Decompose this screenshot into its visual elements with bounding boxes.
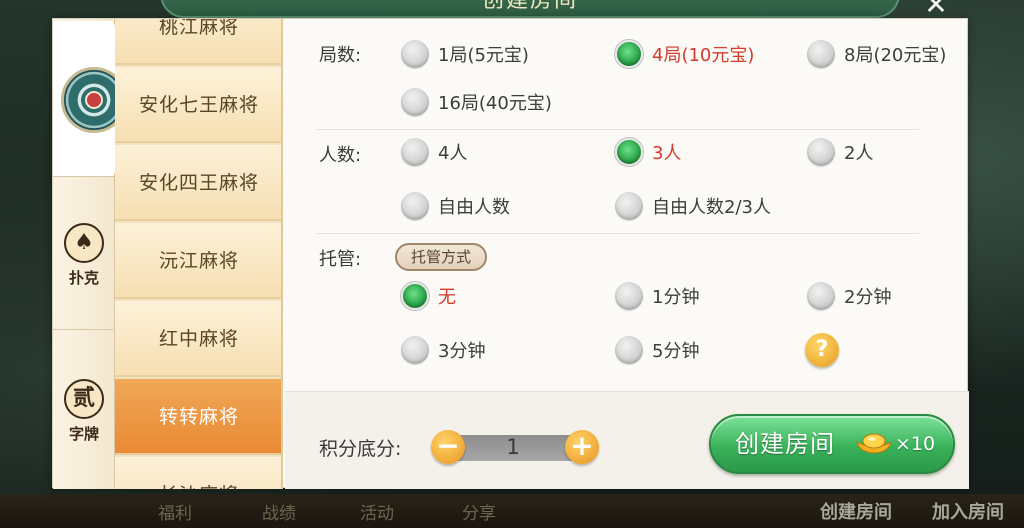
trustee-option-5min[interactable]: 5分钟 — [615, 335, 699, 365]
bottom-bar-item-share[interactable]: 分享 — [462, 499, 496, 524]
players-label: 人数: — [319, 145, 362, 166]
zipai-icon: 贰 — [64, 379, 104, 419]
radio-icon — [615, 336, 643, 364]
radio-icon — [807, 138, 835, 166]
bottom-create-room[interactable]: 创建房间 — [820, 498, 892, 524]
radio-selected-icon — [401, 282, 429, 310]
rounds-option-1[interactable]: 1局(5元宝) — [401, 39, 529, 69]
trustee-mode-button[interactable]: 托管方式 — [395, 243, 487, 271]
section-divider — [317, 129, 919, 130]
radio-icon — [401, 336, 429, 364]
create-room-dialog: ♠ 扑克 贰 字牌 桃江麻将 安化七王麻将 安化四王麻将 沅江麻将 红中麻将 转… — [52, 18, 969, 489]
mahjong-badge-center — [85, 91, 103, 109]
help-icon[interactable]: ? — [805, 333, 839, 367]
players-option-free-2-3[interactable]: 自由人数2/3人 — [615, 191, 771, 221]
radio-selected-icon — [615, 40, 643, 68]
radio-icon — [615, 192, 643, 220]
radio-icon — [401, 40, 429, 68]
trustee-option-3min[interactable]: 3分钟 — [401, 335, 485, 365]
spade-icon: ♠ — [64, 223, 104, 263]
rounds-option-16[interactable]: 16局(40元宝) — [401, 87, 552, 117]
players-option-3[interactable]: 3人 — [615, 137, 681, 167]
dialog-title: 创建房间 — [160, 0, 900, 18]
players-option-2[interactable]: 2人 — [807, 137, 873, 167]
radio-icon — [807, 40, 835, 68]
category-poker[interactable]: ♠ 扑克 — [53, 223, 115, 288]
settings-panel: 局数: 1局(5元宝) 4局(10元宝) 8局(20元宝) 16局(40元宝) … — [285, 19, 969, 489]
create-room-cost: ×10 — [895, 433, 936, 455]
players-option-free[interactable]: 自由人数 — [401, 191, 510, 221]
bottom-bar-item-welfare[interactable]: 福利 — [158, 499, 192, 524]
bottom-bar-item-record[interactable]: 战绩 — [262, 499, 296, 524]
radio-icon — [401, 192, 429, 220]
trustee-option-none[interactable]: 无 — [401, 281, 456, 311]
game-item-yuanjiang[interactable]: 沅江麻将 — [115, 223, 281, 299]
game-list[interactable]: 桃江麻将 安化七王麻将 安化四王麻将 沅江麻将 红中麻将 转转麻将 长沙麻将 — [115, 19, 283, 489]
category-zipai-label: 字牌 — [68, 425, 99, 443]
game-item-taojiang[interactable]: 桃江麻将 — [115, 19, 281, 65]
bottom-bar-item-event[interactable]: 活动 — [360, 499, 394, 524]
category-divider — [53, 329, 115, 330]
radio-icon — [807, 282, 835, 310]
game-item-anhua-seven-king[interactable]: 安化七王麻将 — [115, 67, 281, 143]
plus-icon[interactable]: + — [565, 430, 599, 464]
trustee-option-2min[interactable]: 2分钟 — [807, 281, 891, 311]
rounds-option-4[interactable]: 4局(10元宝) — [615, 39, 754, 69]
radio-icon — [615, 282, 643, 310]
minus-icon[interactable]: − — [431, 430, 465, 464]
category-rail: ♠ 扑克 贰 字牌 — [53, 19, 135, 489]
radio-selected-icon — [615, 138, 643, 166]
category-poker-label: 扑克 — [68, 269, 99, 287]
category-zipai[interactable]: 贰 字牌 — [53, 379, 115, 444]
rounds-label: 局数: — [319, 45, 362, 66]
trustee-option-1min[interactable]: 1分钟 — [615, 281, 699, 311]
create-room-label: 创建房间 — [735, 430, 835, 458]
players-option-4[interactable]: 4人 — [401, 137, 467, 167]
rounds-option-8[interactable]: 8局(20元宝) — [807, 39, 946, 69]
bottom-bar: 福利 战绩 活动 分享 创建房间 加入房间 — [0, 494, 1024, 528]
game-item-zhuanzhuan[interactable]: 转转麻将 — [115, 379, 281, 455]
dialog-footer: 积分底分: 1 − + 创建房间 ×10 — [285, 391, 969, 489]
base-score-label: 积分底分: — [319, 438, 402, 460]
base-score-value: 1 — [506, 435, 520, 459]
radio-icon — [401, 138, 429, 166]
game-item-changsha[interactable]: 长沙麻将 — [115, 457, 281, 489]
game-item-hongzhong[interactable]: 红中麻将 — [115, 301, 281, 377]
create-room-button[interactable]: 创建房间 ×10 — [709, 414, 955, 474]
close-icon[interactable]: ✕ — [916, 0, 956, 20]
trustee-label: 托管: — [319, 249, 362, 270]
game-item-anhua-four-king[interactable]: 安化四王麻将 — [115, 145, 281, 221]
radio-icon — [401, 88, 429, 116]
bottom-join-room[interactable]: 加入房间 — [932, 498, 1004, 524]
section-divider — [317, 233, 919, 234]
gold-ingot-icon — [856, 433, 892, 454]
